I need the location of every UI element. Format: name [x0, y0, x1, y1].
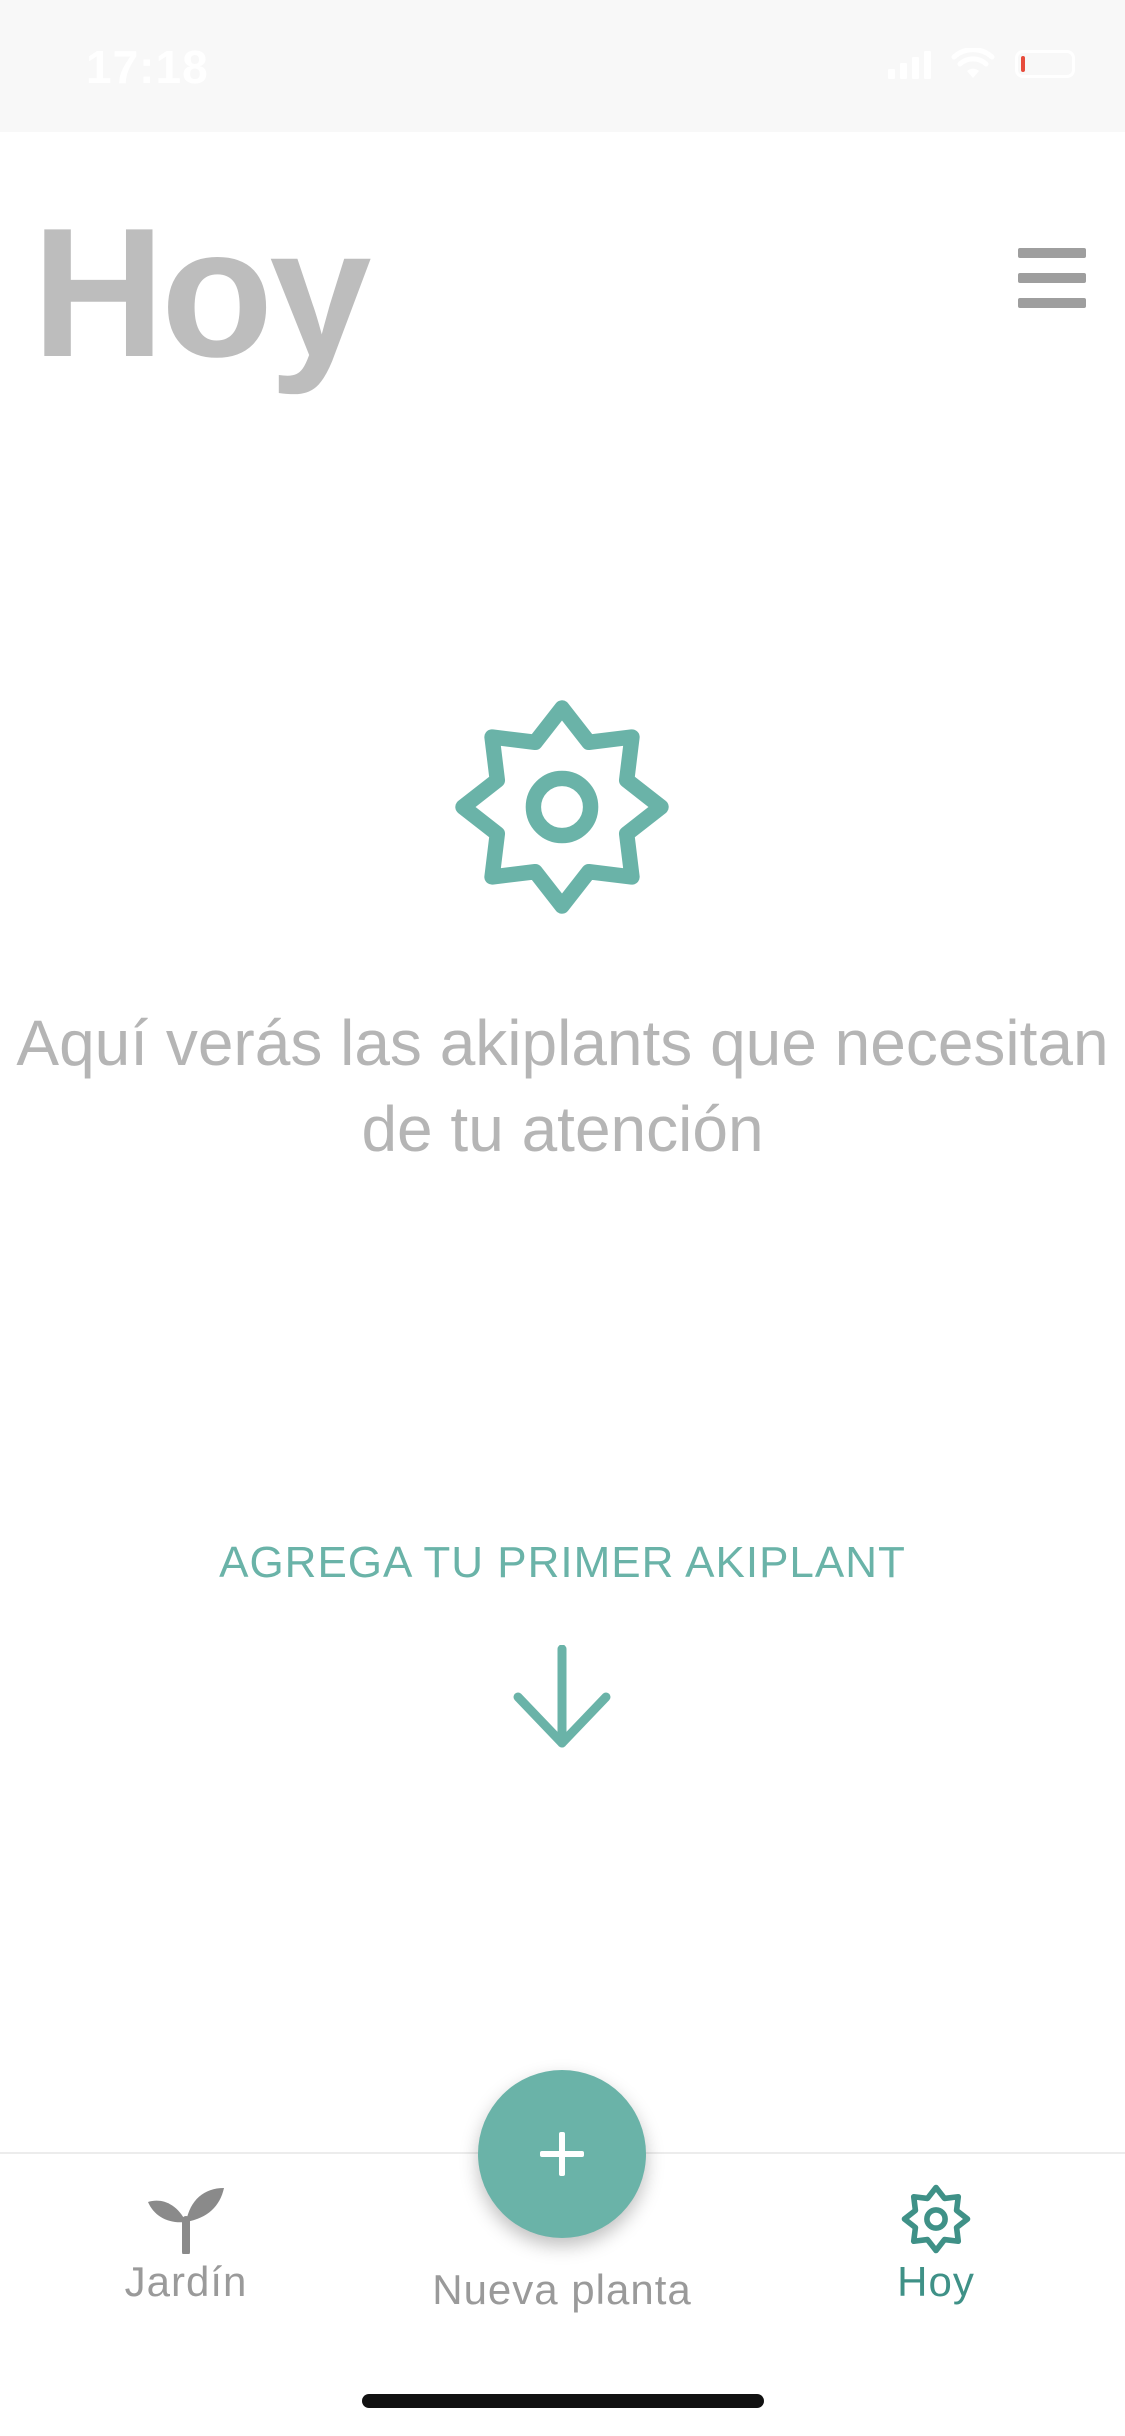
tab-hoy[interactable]: Hoy	[786, 2184, 1086, 2306]
status-time: 17:18	[86, 41, 209, 93]
hamburger-menu-icon[interactable]	[1018, 248, 1086, 308]
sun-gear-icon	[455, 700, 669, 914]
tab-nueva-planta[interactable]: Nueva planta	[412, 2262, 712, 2314]
home-indicator[interactable]	[362, 2394, 764, 2408]
today-screen: 17:18 Hoy Aquí verás las akiplants que n…	[0, 0, 1125, 2436]
arrow-down-icon	[513, 1645, 611, 1748]
battery-icon	[1015, 50, 1075, 78]
wifi-icon	[951, 48, 995, 78]
tab-label-hoy: Hoy	[897, 2258, 975, 2305]
status-icons	[888, 48, 1075, 80]
status-bar: 17:18	[0, 0, 1125, 132]
tab-jardin[interactable]: Jardín	[36, 2184, 336, 2306]
add-first-plant-label: AGREGA TU PRIMER AKIPLANT	[219, 1538, 906, 1587]
page-title: Hoy	[32, 189, 372, 395]
battery-level	[1021, 56, 1025, 72]
tab-label-nueva-planta: Nueva planta	[432, 2266, 692, 2313]
add-plant-button[interactable]	[478, 2070, 646, 2238]
empty-state-message: Aquí verás las akiplants que necesitan d…	[16, 1007, 1109, 1165]
sun-gear-icon	[901, 2184, 971, 2254]
tab-label-jardin: Jardín	[124, 2258, 248, 2305]
signal-icon	[888, 49, 931, 79]
plus-icon	[540, 2132, 584, 2176]
sprout-icon	[148, 2188, 224, 2254]
